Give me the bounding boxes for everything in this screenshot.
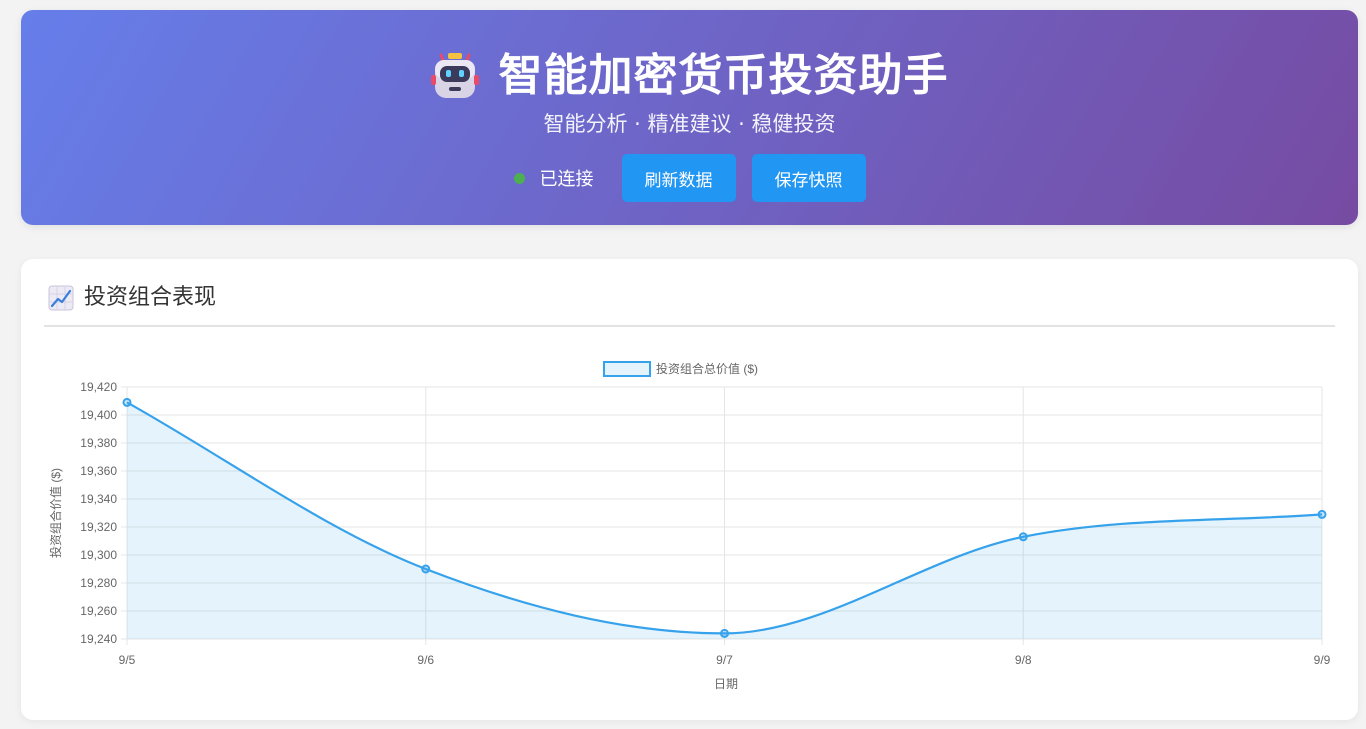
data-point [1018,532,1028,542]
y-tick-label: 19,340 [80,492,117,506]
data-point [122,397,132,407]
x-tick-label: 9/7 [716,653,733,667]
y-tick-label: 19,420 [80,380,117,394]
y-tick-label: 19,280 [80,576,117,590]
x-axis-ticks: 9/5 9/6 9/7 9/8 9/9 [119,653,1331,667]
y-tick-label: 19,240 [80,632,117,646]
robot-icon [430,53,479,98]
y-tick-label: 19,320 [80,520,117,534]
data-point [421,564,431,574]
status-label: 已连接 [539,169,594,190]
title-row: 智能加密货币投资助手 [21,46,1358,106]
y-tick-label: 19,300 [80,548,117,562]
legend-label: 投资组合总价值 ($) [656,361,758,376]
connection-status: 已连接 [513,165,594,191]
legend-swatch [603,361,651,377]
y-axis-ticks: 19,420 19,400 19,380 19,360 19,340 19,320 19,3… [80,380,117,646]
y-tick-label: 19,360 [80,464,117,478]
x-tick-label: 9/6 [417,653,434,667]
x-tick-label: 9/5 [119,653,136,667]
save-snapshot-button[interactable]: 保存快照 [751,154,866,202]
app-title: 智能加密货币投资助手 [498,50,949,101]
x-tick-label: 9/9 [1314,653,1331,667]
y-axis-title: 投资组合价值 ($) [48,468,63,558]
header-banner: 智能加密货币投资助手 智能分析 · 精准建议 · 稳健投资 已连接 刷新数据 保… [21,10,1358,225]
y-tick-label: 19,260 [80,604,117,618]
x-tick-label: 9/8 [1015,653,1032,667]
refresh-data-button[interactable]: 刷新数据 [621,154,736,202]
x-axis-title: 日期 [714,677,738,691]
portfolio-card: 投资组合表现 19,420 19,400 19,380 19,360 19,340 19,… [21,259,1358,720]
app-subtitle: 智能分析 · 精准建议 · 稳健投资 [543,112,836,136]
data-point [1317,509,1327,519]
y-tick-label: 19,380 [80,436,117,450]
status-dot-icon [513,172,525,184]
portfolio-chart: 19,420 19,400 19,380 19,360 19,340 19,320 19,3… [48,361,1331,691]
data-point [720,628,729,638]
y-tick-label: 19,400 [80,408,117,422]
header-controls: 已连接 刷新数据 保存快照 [21,154,1358,202]
chart-legend[interactable]: 投资组合总价值 ($) [603,361,758,377]
